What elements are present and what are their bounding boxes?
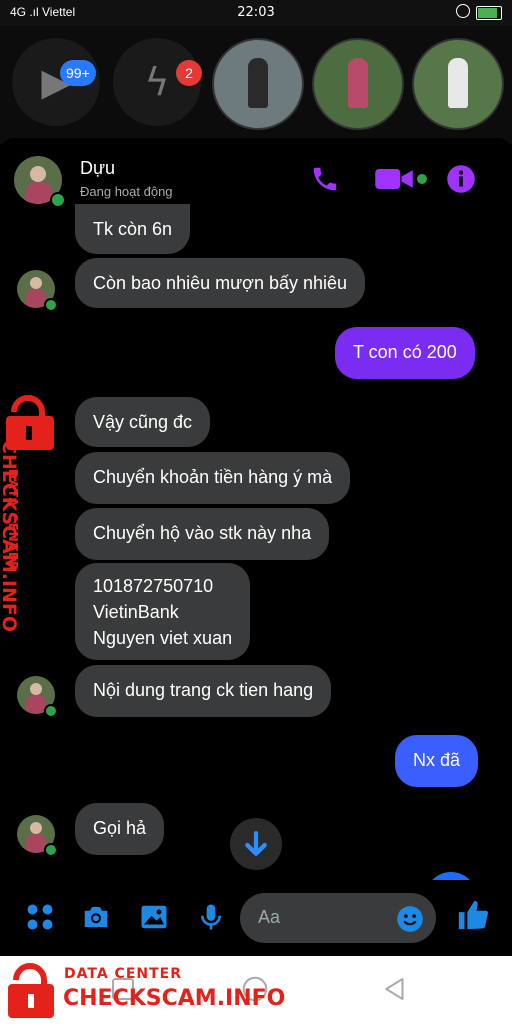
online-indicator	[44, 704, 58, 718]
clock: 22:03	[237, 5, 275, 20]
message-incoming-account[interactable]: 101872750710 VietinBank Nguyen viet xuan	[75, 563, 251, 660]
message-input[interactable]: Aa	[240, 893, 436, 943]
message-incoming[interactable]: Nội dung trang ck tien hang	[75, 665, 332, 717]
watermark-bottom: DATA CENTER CHECKSCAM.INFO	[0, 956, 320, 1024]
like-icon[interactable]	[456, 898, 490, 932]
notification-badge: 99+	[60, 60, 96, 86]
message-incoming[interactable]: Chuyển khoản tiền hàng ý mà	[75, 452, 351, 504]
emoji-icon[interactable]	[396, 905, 424, 933]
online-indicator	[50, 192, 66, 208]
scroll-to-bottom-button[interactable]	[230, 818, 282, 870]
message-input-placeholder: Aa	[258, 907, 281, 927]
message-incoming[interactable]: Vậy cũng đc	[75, 397, 211, 447]
bank-name: VietinBank	[93, 602, 179, 622]
account-holder: Nguyen viet xuan	[93, 628, 233, 648]
arrow-down-icon	[245, 831, 267, 856]
message-outgoing[interactable]: Nx đã	[395, 735, 479, 787]
active-call-indicator	[417, 174, 427, 184]
online-indicator	[44, 298, 58, 312]
message-outgoing[interactable]: T con có 200	[335, 327, 475, 379]
story-contact-2[interactable]	[312, 38, 404, 130]
video-icon[interactable]	[374, 164, 414, 194]
info-icon[interactable]	[446, 164, 476, 194]
online-indicator	[44, 843, 58, 857]
rotation-lock-icon	[456, 4, 470, 18]
watermark-side-big: CHECKSCAM.INFO	[0, 440, 20, 633]
avatar	[448, 58, 468, 108]
avatar	[348, 58, 368, 108]
message-incoming[interactable]: Còn bao nhiêu mượn bấy nhiêu	[75, 258, 366, 308]
watermark-bottom-big: CHECKSCAM.INFO	[63, 986, 286, 1011]
apps-icon[interactable]	[25, 902, 55, 932]
story-contact-3[interactable]	[412, 38, 504, 130]
phone-icon[interactable]	[310, 164, 340, 194]
gallery-icon[interactable]	[139, 902, 169, 932]
avatar	[248, 58, 268, 108]
notification-badge: 2	[176, 60, 202, 86]
message-incoming[interactable]: Chuyển hộ vào stk này nha	[75, 508, 330, 560]
chat-panel: Dựu Đang hoạt động Tk còn 6n Còn bao nhi…	[0, 138, 512, 956]
message-incoming[interactable]: Gọi hả	[75, 803, 165, 855]
battery-icon	[476, 6, 502, 20]
watermark-bottom-small: DATA CENTER	[64, 966, 182, 982]
story-contact-1[interactable]	[212, 38, 304, 130]
camera-icon[interactable]	[81, 902, 111, 932]
contact-status: Đang hoạt động	[80, 184, 173, 199]
message-composer: Aa	[0, 880, 512, 956]
microphone-icon[interactable]	[196, 902, 226, 932]
account-number: 101872750710	[93, 576, 214, 596]
back-icon[interactable]	[380, 974, 410, 1004]
status-bar: 4G .ıl Viettel 22:03	[0, 0, 512, 26]
stories-row: ▶ ϟ 99+ 2	[0, 26, 512, 144]
message-incoming[interactable]: Tk còn 6n	[75, 204, 191, 254]
contact-name[interactable]: Dựu	[80, 158, 115, 179]
